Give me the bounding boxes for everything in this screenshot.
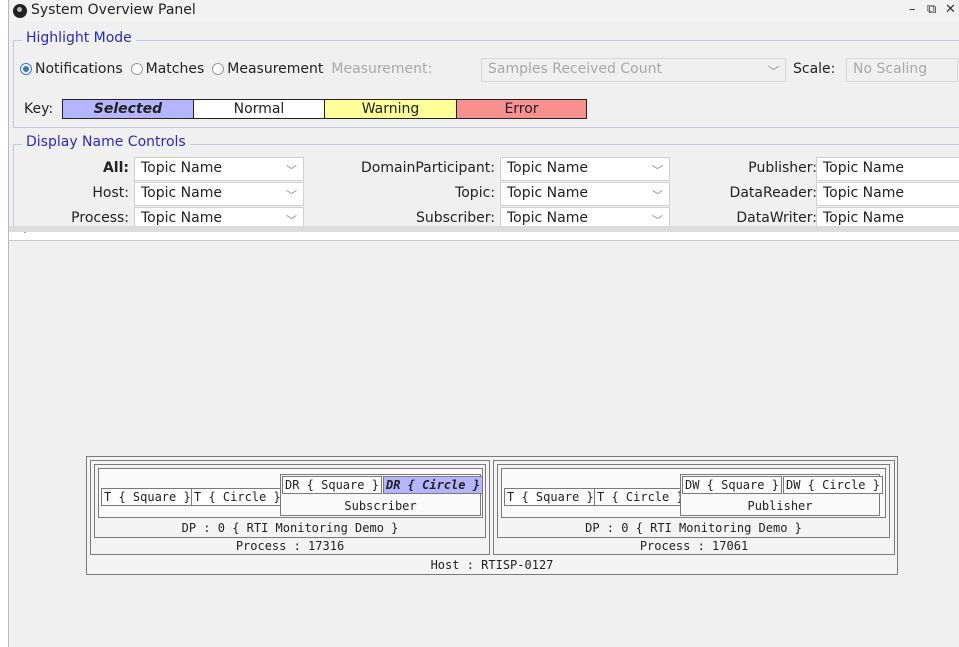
display-name-controls-group: Display Name Controls All: Topic Name ﹀ … bbox=[13, 134, 959, 234]
topic-name-value: Topic Name bbox=[507, 185, 588, 201]
scale-select[interactable]: No Scaling bbox=[846, 58, 958, 82]
data-reader-name-select[interactable]: Topic Name bbox=[816, 182, 959, 206]
restore-button[interactable]: ⧉ bbox=[927, 2, 936, 17]
publisher-name-select[interactable]: Topic Name bbox=[816, 157, 959, 181]
topic-square[interactable]: T { Square } bbox=[101, 488, 194, 506]
subscriber-label: Subscriber: bbox=[415, 210, 495, 226]
process-name-value: Topic Name bbox=[141, 210, 222, 226]
process-box[interactable]: Process : 17061 DP : 0 { RTI Monitoring … bbox=[493, 460, 895, 555]
datawriter-square[interactable]: DW { Square } bbox=[682, 476, 782, 494]
controls-area: Highlight Mode Notifications Matches Mea… bbox=[9, 22, 959, 234]
publisher-box[interactable]: DW { Square } DW { Circle } Publisher bbox=[680, 474, 883, 516]
host-name-value: Topic Name bbox=[141, 185, 222, 201]
highlight-mode-options: Notifications Matches Measurement Measur… bbox=[20, 61, 432, 77]
system-diagram-canvas: Host : RTISP-0127 Process : 17316 DP : 0… bbox=[9, 241, 959, 647]
process-label: Process : 17316 bbox=[235, 539, 345, 553]
subscriber-label: Subscriber bbox=[344, 499, 417, 513]
datareader-circle[interactable]: DR { Circle } bbox=[383, 476, 483, 494]
host-label: Host: bbox=[92, 185, 129, 201]
key-normal: Normal bbox=[193, 99, 325, 119]
publisher-name-value: Topic Name bbox=[823, 160, 904, 176]
participant-label: DP : 0 { RTI Monitoring Demo } bbox=[585, 521, 802, 535]
host-label: Host : RTISP-0127 bbox=[430, 558, 554, 572]
publisher-label: Publisher bbox=[747, 499, 813, 513]
datawriter-circle[interactable]: DW { Circle } bbox=[783, 476, 883, 494]
data-writer-label: DataWriter: bbox=[736, 210, 817, 226]
measurement-label: Measurement: bbox=[331, 61, 433, 77]
topic-circle[interactable]: T { Circle } bbox=[594, 488, 687, 506]
close-button[interactable]: ✕ bbox=[945, 2, 956, 17]
topic-name-select[interactable]: Topic Name ﹀ bbox=[500, 182, 670, 206]
domain-participant-name-value: Topic Name bbox=[507, 160, 588, 176]
host-name-select[interactable]: Topic Name ﹀ bbox=[134, 182, 304, 206]
chevron-down-icon: ﹀ bbox=[286, 189, 297, 202]
measurement-select-value: Samples Received Count bbox=[488, 61, 662, 77]
highlight-mode-legend: Highlight Mode bbox=[22, 30, 136, 46]
horizontal-scrollbar[interactable] bbox=[9, 226, 959, 232]
window-title: System Overview Panel bbox=[31, 2, 196, 18]
highlight-mode-group: Highlight Mode Notifications Matches Mea… bbox=[13, 30, 959, 128]
chevron-down-icon: ﹀ bbox=[768, 65, 779, 78]
matches-radio[interactable] bbox=[130, 63, 143, 75]
data-reader-label: DataReader: bbox=[729, 185, 817, 201]
chevron-down-icon: ﹀ bbox=[286, 164, 297, 177]
notifications-radio[interactable] bbox=[20, 63, 32, 75]
data-reader-name-value: Topic Name bbox=[823, 185, 904, 201]
system-overview-window: System Overview Panel – ⧉ ✕ Highlight Mo… bbox=[8, 0, 959, 647]
participant-label: DP : 0 { RTI Monitoring Demo } bbox=[181, 521, 399, 535]
topic-label: Topic: bbox=[455, 185, 495, 201]
matches-label[interactable]: Matches bbox=[146, 61, 205, 77]
all-name-select[interactable]: Topic Name ﹀ bbox=[134, 157, 304, 181]
key-error: Error bbox=[456, 99, 587, 119]
scale-label: Scale: bbox=[793, 61, 836, 77]
chevron-down-icon: ﹀ bbox=[652, 189, 663, 202]
participant-box[interactable]: DP : 0 { RTI Monitoring Demo } T { Squar… bbox=[94, 464, 486, 538]
subscriber-box[interactable]: DR { Square } DR { Circle } Subscriber bbox=[280, 474, 483, 516]
publisher-label: Publisher: bbox=[748, 160, 817, 176]
notifications-label[interactable]: Notifications bbox=[35, 61, 123, 77]
title-bar: System Overview Panel – ⧉ ✕ bbox=[9, 0, 959, 22]
measurement-select[interactable]: Samples Received Count ﹀ bbox=[481, 58, 786, 82]
minimize-button[interactable]: – bbox=[909, 2, 916, 17]
key-warning: Warning bbox=[324, 99, 457, 119]
all-name-value: Topic Name bbox=[141, 160, 222, 176]
data-writer-name-value: Topic Name bbox=[823, 210, 904, 226]
measurement-radio-label[interactable]: Measurement bbox=[227, 61, 323, 77]
scale-select-value: No Scaling bbox=[853, 61, 928, 77]
key-label: Key: bbox=[24, 101, 54, 117]
participant-contents: T { Square } T { Circle } DW { Square } … bbox=[501, 468, 886, 518]
measurement-radio[interactable] bbox=[212, 63, 225, 75]
chevron-down-icon: ﹀ bbox=[652, 164, 663, 177]
process-box[interactable]: Process : 17316 DP : 0 { RTI Monitoring … bbox=[90, 460, 490, 555]
host-box[interactable]: Host : RTISP-0127 Process : 17316 DP : 0… bbox=[86, 456, 898, 575]
all-label: All: bbox=[102, 160, 129, 176]
subscriber-name-value: Topic Name bbox=[507, 210, 588, 226]
display-name-controls-legend: Display Name Controls bbox=[22, 134, 190, 150]
datareader-square[interactable]: DR { Square } bbox=[282, 476, 382, 494]
participant-contents: T { Square } T { Circle } DR { Square } … bbox=[98, 468, 483, 518]
domain-participant-name-select[interactable]: Topic Name ﹀ bbox=[500, 157, 670, 181]
app-icon bbox=[13, 4, 27, 18]
process-label: Process : 17061 bbox=[639, 539, 749, 553]
process-label: Process: bbox=[71, 210, 129, 226]
participant-box[interactable]: DP : 0 { RTI Monitoring Demo } T { Squar… bbox=[497, 464, 890, 538]
topic-circle[interactable]: T { Circle } bbox=[191, 488, 284, 506]
key-selected: Selected bbox=[62, 99, 194, 119]
topic-square[interactable]: T { Square } bbox=[504, 488, 597, 506]
color-key: Selected Normal Warning Error bbox=[62, 99, 592, 119]
domain-participant-label: DomainParticipant: bbox=[361, 160, 495, 176]
